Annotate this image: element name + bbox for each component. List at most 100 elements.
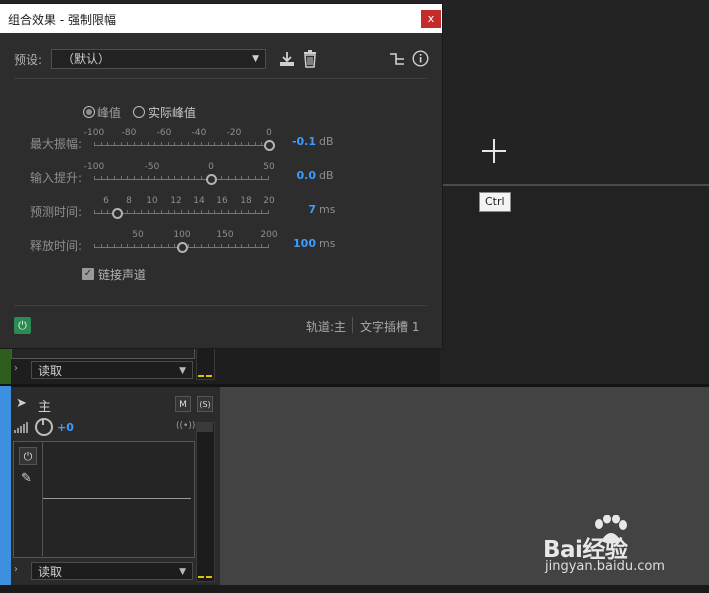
slider-tick [248,142,249,145]
slider-tick [208,244,209,247]
master-read-mode-select[interactable]: 读取 ▼ [31,562,193,580]
slider-tick [107,244,108,247]
slider-tick [114,244,115,247]
slider-tick-label: 14 [193,196,205,206]
routing-icon[interactable] [389,51,405,67]
download-preset-icon[interactable] [278,50,296,68]
slider-tick [201,210,202,213]
slider-tick [141,142,142,145]
slider-tick [161,244,162,247]
input-boost-unit: dB [319,169,334,182]
peak-radio[interactable] [83,106,95,118]
expand-chevron-icon[interactable]: › [14,363,18,374]
slider-tick [127,244,128,247]
max-amplitude-slider[interactable]: -100 -80 -60 -40 -20 0 [84,128,275,151]
lookahead-slider[interactable]: 6 8 10 12 14 16 18 20 [94,196,275,219]
slider-tick-label: 18 [240,196,252,206]
close-button[interactable]: x [421,10,441,28]
max-amplitude-label: 最大振幅: [30,137,83,151]
preset-select[interactable]: （默认） ▼ [51,49,266,69]
slider-tick [228,244,229,247]
slider-tick [174,244,175,247]
slider-tick [261,142,262,145]
track-lane-upper[interactable] [440,186,709,384]
slider-tick [168,244,169,247]
solo-button[interactable]: (S) [197,396,213,412]
broadcast-icon[interactable]: ((•)) [176,421,195,431]
slider-tick [214,244,215,247]
slider-tick [101,210,102,213]
slider-tick [127,210,128,213]
volume-value[interactable]: +0 [57,421,74,434]
slider-tick [148,142,149,145]
slider-tick [148,244,149,247]
slider-thumb[interactable] [206,174,217,185]
slider-tick [121,244,122,247]
slider-tick [141,210,142,213]
slider-track [94,145,269,146]
mute-button[interactable]: M [175,396,191,412]
master-level-meter [196,422,215,582]
slider-thumb[interactable] [112,208,123,219]
upper-read-mode-select[interactable]: 读取 ▼ [31,361,193,379]
slider-tick [241,142,242,145]
slider-tick [221,244,222,247]
divider [14,78,427,79]
input-boost-slider[interactable]: -100 -50 0 50 [84,162,275,185]
slider-tick [268,244,269,247]
slider-tick [248,210,249,213]
link-channels-label[interactable]: 链接声道 [98,266,146,283]
slider-thumb[interactable] [177,242,188,253]
slider-tick [141,244,142,247]
slider-tick-label: 150 [216,230,234,240]
slider-tick-label: 8 [126,196,132,206]
slider-tick [121,142,122,145]
info-icon[interactable] [412,50,429,67]
true-peak-radio-label[interactable]: 实际峰值 [148,104,196,121]
master-track-lane[interactable] [220,387,709,585]
expand-chevron-icon[interactable]: › [14,564,18,575]
trash-icon[interactable] [302,50,318,68]
true-peak-radio[interactable] [133,106,145,118]
slider-tick [194,142,195,145]
input-boost-label: 输入提升: [30,171,83,185]
master-track-icon: ➤ [16,396,27,411]
lookahead-value[interactable]: 7 [276,203,316,216]
release-time-slider[interactable]: 50 100 150 200 [94,230,278,253]
input-boost-value[interactable]: 0.0 [276,169,317,182]
dialog-title: 组合效果 - 强制限幅 [8,13,116,27]
slider-tick [101,176,102,179]
slider-tick-label: 200 [260,230,278,240]
max-amplitude-value[interactable]: -0.1 [276,135,316,148]
slider-tick [134,210,135,213]
pencil-icon[interactable]: ✎ [21,471,32,486]
slider-tick [127,142,128,145]
slider-tick [261,176,262,179]
watermark-url: jingyan.baidu.com [545,559,665,574]
slider-tick [228,210,229,213]
slider-tick [241,244,242,247]
power-icon[interactable]: ⏻ [14,317,31,334]
bottom-strip [0,585,709,593]
slider-tick-label: 12 [170,196,182,206]
slider-tick [148,210,149,213]
slider-tick [188,210,189,213]
slider-tick [255,142,256,145]
link-channels-checkbox[interactable]: ✓ [82,268,94,280]
peak-radio-label[interactable]: 峰值 [97,104,121,121]
fx-curve [43,498,191,499]
master-track-color-bar [0,386,11,586]
max-amplitude-unit: dB [319,135,334,148]
release-time-value[interactable]: 100 [276,237,316,250]
slider-tick [121,176,122,179]
slider-tick-label: 6 [103,196,109,206]
slider-tick [248,176,249,179]
fx-power-icon[interactable]: ⏻ [19,447,37,465]
slider-tick [261,210,262,213]
slider-tick [248,244,249,247]
master-track-name[interactable]: 主 [38,396,51,415]
slider-tick [235,210,236,213]
slider-thumb[interactable] [264,140,275,151]
volume-knob[interactable] [35,418,53,436]
ctrl-tooltip: Ctrl [479,192,511,212]
